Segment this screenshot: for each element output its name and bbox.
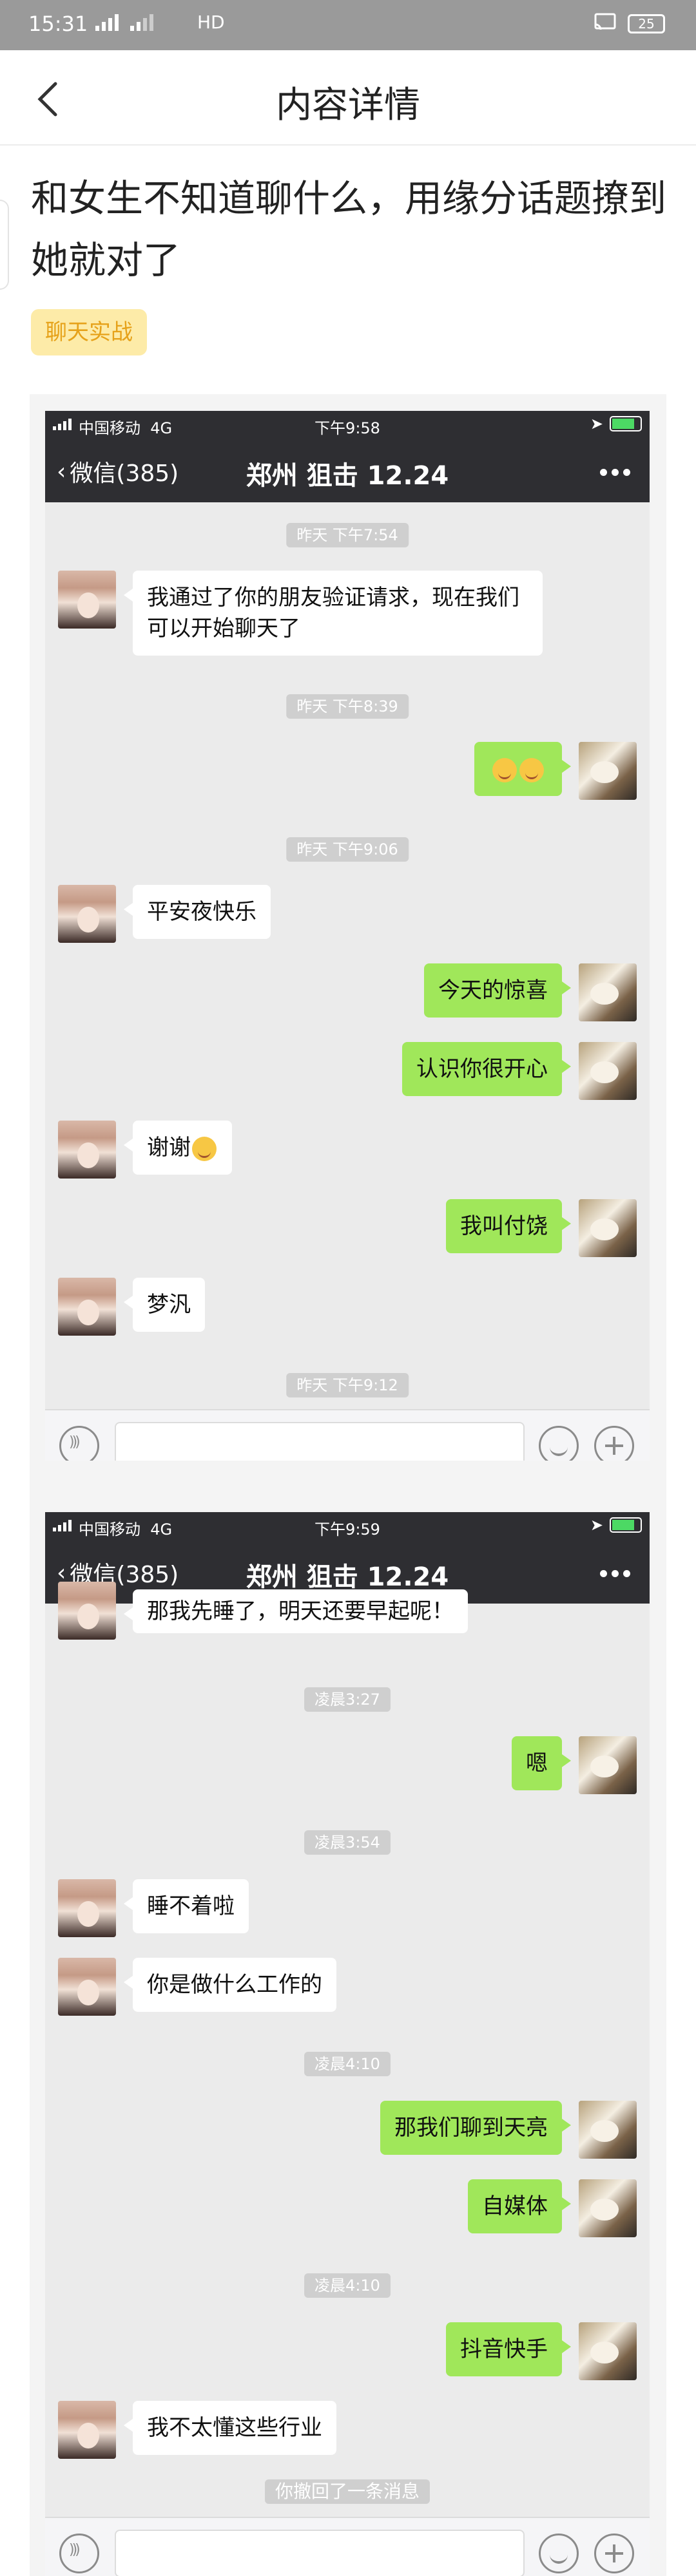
more-icon (600, 1570, 630, 1577)
message-bubble-sent: 嗯 (512, 1736, 571, 1790)
user-avatar (579, 742, 637, 800)
battery-icon (610, 1517, 642, 1533)
wechat-nav-bar: ‹ 微信(385) 郑州 狙击 12.24 (45, 438, 650, 502)
user-avatar (579, 1199, 637, 1257)
message-bubble-sent: 自媒体 (468, 2179, 571, 2233)
contact-avatar (58, 1582, 116, 1640)
message-bubble-received: 你是做什么工作的 (124, 1958, 336, 2012)
chat-screenshot-2: 中国移动 4G 下午9:59 ➤ ‹ 微信(385) 郑州 狙击 12.24 那我… (45, 1512, 650, 2576)
status-clock: 下午9:59 (314, 1520, 380, 1539)
cast-icon (594, 13, 616, 37)
chat-timestamp: 凌晨3:27 (304, 1687, 391, 1712)
signal-icon (95, 13, 153, 31)
location-icon: ➤ (590, 415, 603, 433)
voice-icon (59, 2533, 99, 2573)
user-avatar (579, 1736, 637, 1794)
message-bubble-received: 我不太懂这些行业 (124, 2401, 336, 2455)
smile-emoji-icon (192, 1136, 217, 1161)
plus-icon (594, 2533, 634, 2573)
status-clock: 下午9:58 (314, 419, 380, 437)
battery-icon (610, 416, 642, 431)
contact-avatar (58, 571, 116, 629)
heart-eyes-emoji-icon (519, 757, 544, 782)
chat-input-bar (45, 1409, 650, 1461)
contact-avatar (58, 2401, 116, 2459)
contact-avatar (58, 1879, 116, 1937)
chat-timestamp: 昨天 下午9:06 (286, 837, 409, 862)
user-avatar (579, 1042, 637, 1100)
page-header: 内容详情 (0, 50, 696, 146)
status-time: 15:31 (28, 12, 88, 36)
wechat-status-bar: 中国移动 4G 下午9:59 ➤ (45, 1512, 650, 1539)
article-title: 和女生不知道聊什么，用缘分话题撩到她就对了 (31, 176, 667, 282)
message-bubble-sent: 那我们聊到天亮 (380, 2101, 571, 2155)
message-bubble-received: 我通过了你的朋友验证请求，现在我们可以开始聊天了 (124, 571, 543, 656)
contact-avatar (58, 1121, 116, 1179)
message-bubble-sent: 抖音快手 (446, 2322, 571, 2376)
chat-input-bar (45, 2517, 650, 2576)
category-tag[interactable]: 聊天实战 (31, 309, 147, 355)
wifi-hd-icon: HD (197, 12, 225, 33)
user-avatar (579, 2322, 637, 2380)
message-bubble-received: 谢谢 (124, 1121, 232, 1175)
chat-title: 郑州 狙击 12.24 (246, 1562, 449, 1592)
chat-timestamp: 昨天 下午8:39 (286, 694, 409, 719)
page-title: 内容详情 (276, 84, 420, 126)
battery-icon: 25 (628, 14, 665, 33)
chat-timestamp: 昨天 下午9:12 (286, 1373, 409, 1397)
more-icon (600, 469, 630, 476)
contact-avatar (58, 885, 116, 943)
user-avatar (579, 2101, 637, 2159)
recall-notice: 你撤回了一条消息 (264, 2479, 430, 2504)
message-bubble-sent: 认识你很开心 (402, 1042, 571, 1096)
emoji-icon (539, 1426, 579, 1461)
message-bubble-sent (474, 742, 571, 796)
status-bar: 15:31 HD 25 (0, 0, 696, 50)
side-handle[interactable] (0, 200, 9, 290)
user-avatar (579, 2179, 637, 2237)
chat-timestamp: 凌晨4:10 (304, 2273, 391, 2298)
message-bubble-received: 睡不着啦 (124, 1879, 249, 1933)
chat-timestamp: 凌晨3:54 (304, 1830, 391, 1855)
message-bubble-received: 平安夜快乐 (124, 885, 271, 939)
plus-icon (594, 1426, 634, 1461)
emoji-icon (539, 2533, 579, 2573)
message-bubble-sent: 今天的惊喜 (424, 963, 571, 1018)
message-bubble-received: 那我先睡了，明天还要早起呢！ (124, 1589, 468, 1633)
location-icon: ➤ (590, 1516, 603, 1534)
contact-avatar (58, 1278, 116, 1336)
chat-title: 郑州 狙击 12.24 (246, 461, 449, 491)
message-input (115, 2530, 525, 2576)
voice-icon (59, 1426, 99, 1461)
message-bubble-received: 梦汎 (124, 1278, 205, 1332)
heart-eyes-emoji-icon (492, 757, 517, 782)
message-input (115, 1422, 525, 1461)
chat-timestamp: 昨天 下午7:54 (286, 523, 409, 547)
wechat-status-bar: 中国移动 4G 下午9:58 ➤ (45, 411, 650, 438)
user-avatar (579, 963, 637, 1021)
chat-screenshot-1: 中国移动 4G 下午9:58 ➤ ‹ 微信(385) 郑州 狙击 12.24 昨天… (45, 411, 650, 1461)
contact-avatar (58, 1958, 116, 2016)
message-bubble-sent: 我叫付饶 (446, 1199, 571, 1253)
chat-timestamp: 凌晨4:10 (304, 2052, 391, 2076)
